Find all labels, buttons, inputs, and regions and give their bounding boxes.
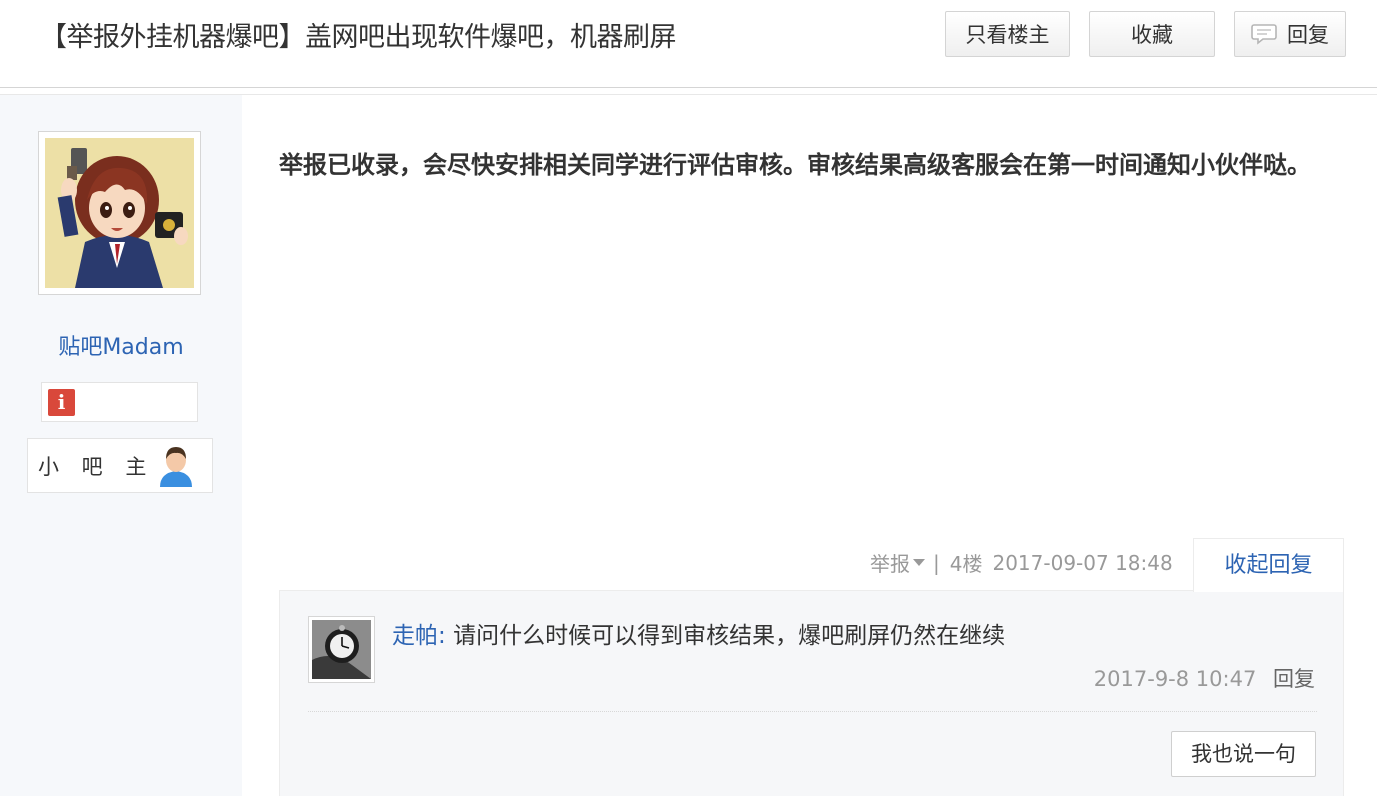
sub-reply: 走帕: 请问什么时候可以得到审核结果，爆吧刷屏仍然在继续: [392, 619, 1005, 653]
speech-bubble-icon: [1251, 23, 1277, 45]
reply-label: 回复: [1287, 23, 1329, 47]
author-sidebar: 贴吧Madam i 小 吧 主: [0, 95, 242, 796]
author-role: 小 吧 主: [38, 455, 155, 479]
collect-button[interactable]: 收藏: [1089, 11, 1215, 57]
sub-reply-box: 走帕: 请问什么时候可以得到审核结果，爆吧刷屏仍然在继续 2017-9-8 10…: [279, 590, 1344, 796]
author-name[interactable]: 贴吧Madam: [0, 329, 242, 361]
meta-separator: |: [933, 550, 940, 575]
only-op-label: 只看楼主: [965, 23, 1050, 47]
author-badge[interactable]: i: [41, 382, 198, 422]
reply-colon: :: [438, 623, 446, 649]
anime-girl-avatar-icon: [45, 138, 194, 288]
thread-header: 【举报外挂机器爆吧】盖网吧出现软件爆吧，机器刷屏 只看楼主 收藏 回复: [0, 0, 1377, 88]
reply-divider: [308, 711, 1317, 712]
info-icon: i: [48, 389, 75, 416]
reply-button[interactable]: 回复: [1234, 11, 1346, 57]
collapse-replies-button[interactable]: 收起回复: [1193, 538, 1344, 592]
reply-username[interactable]: 走帕: [392, 623, 438, 649]
post-time: 2017-09-07 18:48: [992, 550, 1173, 575]
sub-reply-reply-link[interactable]: 回复: [1273, 667, 1315, 691]
floor-number: 4楼: [949, 552, 983, 576]
pocket-watch-avatar-icon: [312, 620, 371, 679]
author-role-badge: 小 吧 主: [27, 438, 213, 493]
report-link[interactable]: 举报: [870, 548, 910, 577]
only-op-button[interactable]: 只看楼主: [945, 11, 1070, 57]
thread-title: 【举报外挂机器爆吧】盖网吧出现软件爆吧，机器刷屏: [40, 22, 677, 53]
say-something-button[interactable]: 我也说一句: [1171, 731, 1316, 777]
post-content: 举报已收录，会尽快安排相关同学进行评估审核。审核结果高级客服会在第一时间通知小伙…: [279, 151, 1311, 179]
reply-avatar[interactable]: [308, 616, 375, 683]
collect-label: 收藏: [1131, 23, 1173, 47]
post-meta: 举报 | 4楼 2017-09-07 18:48: [870, 548, 1173, 577]
sub-reply-meta: 2017-9-8 10:47 回复: [1094, 663, 1315, 693]
user-person-icon: [158, 445, 194, 491]
author-avatar[interactable]: [38, 131, 201, 295]
reply-text: 请问什么时候可以得到审核结果，爆吧刷屏仍然在继续: [453, 623, 1006, 649]
reply-time: 2017-9-8 10:47: [1093, 667, 1257, 691]
caret-down-icon[interactable]: [913, 559, 925, 566]
